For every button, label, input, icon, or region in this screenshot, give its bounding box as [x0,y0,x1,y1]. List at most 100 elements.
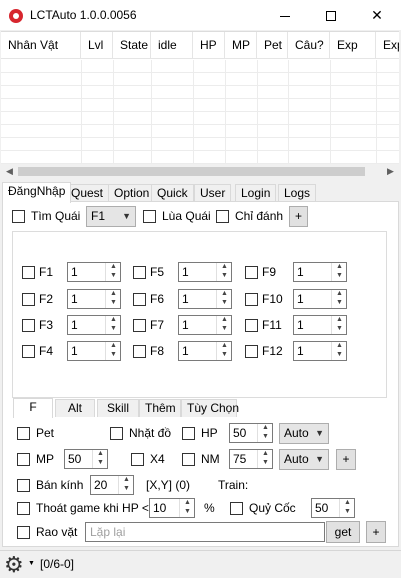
column-header[interactable]: State [113,32,151,59]
skill-checkbox[interactable] [22,345,35,358]
skill-stepper[interactable]: 1 ▲ ▼ [178,262,232,282]
ban-kinh-stepper[interactable]: 20 ▲ ▼ [90,475,134,495]
subtab-them[interactable]: Thêm [139,399,181,417]
spin-down-icon[interactable]: ▼ [220,299,229,307]
minimize-button[interactable] [262,0,308,30]
spin-up-icon[interactable]: ▲ [109,290,118,298]
spin-up-icon[interactable]: ▲ [343,499,352,507]
ban-kinh-checkbox[interactable] [17,479,30,492]
spin-down-icon[interactable]: ▼ [220,325,229,333]
spin-down-icon[interactable]: ▼ [220,272,229,280]
column-header[interactable]: Exp [330,32,376,59]
skill-checkbox[interactable] [245,319,258,332]
spin-up-icon[interactable]: ▲ [220,316,229,324]
nhat-do-checkbox[interactable] [110,427,123,440]
column-header[interactable]: MP [225,32,257,59]
spin-down-icon[interactable]: ▼ [109,351,118,359]
skill-stepper[interactable]: 1 ▲ ▼ [178,341,232,361]
scroll-thumb[interactable] [18,167,365,176]
spin-down-icon[interactable]: ▼ [335,351,344,359]
spin-down-icon[interactable]: ▼ [109,272,118,280]
skill-stepper[interactable]: 1 ▲ ▼ [293,289,347,309]
chevron-down-icon[interactable]: ▼ [28,560,35,567]
spin-down-icon[interactable]: ▼ [109,299,118,307]
skill-checkbox[interactable] [22,266,35,279]
skill-stepper[interactable]: 1 ▲ ▼ [178,315,232,335]
skill-stepper[interactable]: 1 ▲ ▼ [67,341,121,361]
thoat-hp-stepper[interactable]: 10 ▲ ▼ [149,498,195,518]
chi-danh-checkbox[interactable] [216,210,229,223]
tab-user[interactable]: User [194,184,232,202]
skill-stepper[interactable]: 1 ▲ ▼ [293,315,347,335]
skill-checkbox[interactable] [133,266,146,279]
skill-stepper[interactable]: 1 ▲ ▼ [67,289,121,309]
quy-coc-checkbox[interactable] [230,502,243,515]
spin-up-icon[interactable]: ▲ [261,450,270,458]
skill-checkbox[interactable] [245,266,258,279]
column-header[interactable]: idle [151,32,193,59]
skill-stepper[interactable]: 1 ▲ ▼ [67,262,121,282]
spin-down-icon[interactable]: ▼ [261,459,270,467]
tab-login[interactable]: Login [235,184,277,202]
rao-vat-checkbox[interactable] [17,526,30,539]
spin-up-icon[interactable]: ▲ [122,476,131,484]
skill-checkbox[interactable] [245,293,258,306]
column-header[interactable]: Exp [376,32,399,59]
quy-coc-stepper[interactable]: 50 ▲ ▼ [311,498,355,518]
spin-down-icon[interactable]: ▼ [343,508,352,516]
skill-stepper[interactable]: 1 ▲ ▼ [293,341,347,361]
spin-up-icon[interactable]: ▲ [220,263,229,271]
thoat-game-checkbox[interactable] [17,502,30,515]
spin-up-icon[interactable]: ▲ [261,424,270,432]
spin-down-icon[interactable]: ▼ [335,272,344,280]
spin-up-icon[interactable]: ▲ [335,290,344,298]
column-header[interactable]: Câu? [288,32,330,59]
skill-stepper[interactable]: 1 ▲ ▼ [67,315,121,335]
rao-vat-input[interactable]: Lặp lại [85,522,325,542]
subtab-f[interactable]: F [13,398,53,418]
lua-quai-checkbox[interactable] [143,210,156,223]
hp-mode-select[interactable]: Auto ▼ [279,423,329,444]
column-header[interactable]: Nhân Vật [1,32,81,59]
column-header[interactable]: Lvl [81,32,113,59]
subtab-tuy-chon[interactable]: Tùy Chọn [181,399,239,417]
tim-quai-checkbox[interactable] [12,210,25,223]
get-button[interactable]: get [326,521,360,543]
skill-stepper[interactable]: 1 ▲ ▼ [293,262,347,282]
spin-up-icon[interactable]: ▲ [183,499,192,507]
spin-up-icon[interactable]: ▲ [335,263,344,271]
skill-checkbox[interactable] [133,319,146,332]
nm-checkbox[interactable] [182,453,195,466]
column-header[interactable]: Pet [257,32,288,59]
spin-down-icon[interactable]: ▼ [261,433,270,441]
skill-checkbox[interactable] [133,345,146,358]
pet-checkbox[interactable] [17,427,30,440]
spin-down-icon[interactable]: ▼ [109,325,118,333]
skill-checkbox[interactable] [133,293,146,306]
tab-option[interactable]: Option [108,184,156,202]
x4-checkbox[interactable] [131,453,144,466]
spin-up-icon[interactable]: ▲ [335,342,344,350]
spin-up-icon[interactable]: ▲ [335,316,344,324]
spin-down-icon[interactable]: ▼ [335,299,344,307]
subtab-alt[interactable]: Alt [55,399,95,417]
add-button[interactable]: + [366,521,386,543]
scroll-right-icon[interactable]: ▶ [382,164,399,178]
spin-up-icon[interactable]: ▲ [220,290,229,298]
horizontal-scrollbar[interactable]: ◀ ▶ [1,164,399,178]
skill-checkbox[interactable] [245,345,258,358]
spin-up-icon[interactable]: ▲ [109,316,118,324]
hp-checkbox[interactable] [182,427,195,440]
spin-down-icon[interactable]: ▼ [220,351,229,359]
close-button[interactable]: ✕ [354,0,400,30]
tab-dang-nhap[interactable]: ĐăngNhập [2,182,72,203]
spin-down-icon[interactable]: ▼ [183,508,192,516]
character-grid[interactable]: Nhân Vật Lvl State idle HP MP Pet Câu? E… [1,31,399,178]
nm-stepper[interactable]: 75 ▲ ▼ [229,449,273,469]
spin-up-icon[interactable]: ▲ [109,342,118,350]
nm-mode-select[interactable]: Auto ▼ [279,449,329,470]
mp-checkbox[interactable] [17,453,30,466]
skill-stepper[interactable]: 1 ▲ ▼ [178,289,232,309]
spin-down-icon[interactable]: ▼ [122,485,131,493]
f-key-select[interactable]: F1 ▼ [86,206,136,227]
